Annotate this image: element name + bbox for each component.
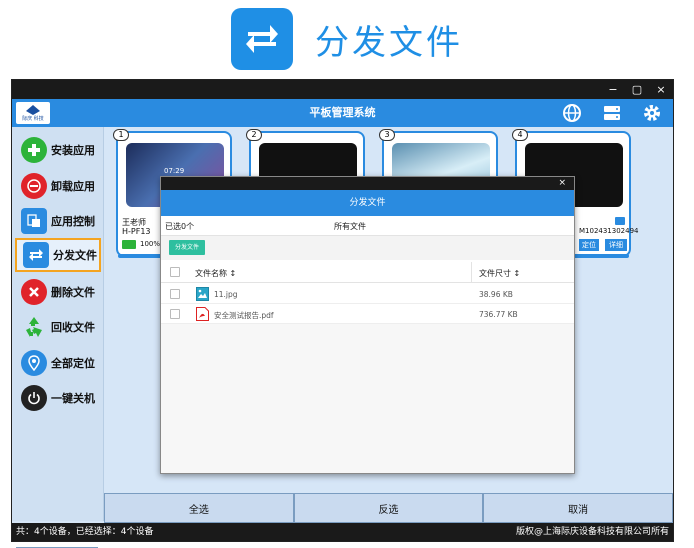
file-size: 38.96 KB <box>479 290 513 299</box>
company-logo: 际庆 科技 <box>16 102 50 124</box>
all-files-label: 所有文件 <box>334 222 366 231</box>
pdf-file-icon <box>196 307 209 321</box>
close-window-button[interactable]: × <box>649 80 673 99</box>
maximize-button[interactable]: ▢ <box>625 80 649 99</box>
dialog-titlebar: × <box>161 177 574 190</box>
device-count-status: 共：4个设备，已经选择：4个设备 <box>16 527 154 537</box>
sidebar-item-label: 安装应用 <box>51 144 95 157</box>
action-bar: 全选 反选 取消 <box>104 493 674 523</box>
detail-button[interactable]: 详细 <box>605 239 627 251</box>
file-table-header: 文件名称 ↕ 文件尺寸 ↕ <box>161 262 574 283</box>
device-number: 3 <box>379 129 395 141</box>
device-model: M102431302494 <box>579 227 639 235</box>
banner-title: 分发文件 <box>315 22 463 63</box>
sidebar-item-recycle-file[interactable]: 回收文件 <box>15 310 101 344</box>
page-banner: 分发文件 <box>0 0 694 78</box>
file-name: 11.jpg <box>214 290 238 299</box>
logo-text: 际庆 科技 <box>22 115 44 122</box>
battery-icon <box>122 240 136 249</box>
select-all-button[interactable]: 全选 <box>104 493 294 523</box>
column-header-size[interactable]: 文件尺寸 ↕ <box>479 268 520 279</box>
gear-icon[interactable] <box>642 103 662 123</box>
table-row[interactable]: 11.jpg 38.96 KB <box>161 284 574 304</box>
dialog-close-button[interactable]: × <box>558 177 566 190</box>
sidebar: 安装应用 卸载应用 应用控制 分发文件 删除文件 回收文件 全部定位 一键关机 <box>12 127 104 548</box>
minimize-button[interactable]: − <box>601 80 625 99</box>
locate-button[interactable]: 定位 <box>579 239 599 251</box>
sidebar-item-distribute-file[interactable]: 分发文件 <box>15 238 101 272</box>
recycle-icon <box>21 314 47 340</box>
power-icon <box>21 385 47 411</box>
sidebar-item-label: 全部定位 <box>51 357 95 370</box>
column-header-name[interactable]: 文件名称 ↕ <box>195 268 236 279</box>
distribute-file-dialog: × 分发文件 已选0个 所有文件 分发文件 文件名称 ↕ 文件尺寸 ↕ 11.j… <box>160 176 575 474</box>
device-number: 4 <box>512 129 528 141</box>
sidebar-item-label: 应用控制 <box>51 215 95 228</box>
device-model: H-PF13 <box>122 227 151 236</box>
invert-selection-button[interactable]: 反选 <box>293 493 484 523</box>
x-circle-icon <box>21 279 47 305</box>
sidebar-item-install-app[interactable]: 安装应用 <box>15 133 101 167</box>
swap-arrows-icon <box>231 8 293 70</box>
device-status-icon <box>615 217 625 225</box>
swap-arrows-icon <box>23 242 49 268</box>
device-number: 1 <box>113 129 129 141</box>
file-list-empty-area <box>161 324 574 473</box>
minus-circle-icon <box>21 173 47 199</box>
file-name: 安全测试报告.pdf <box>214 311 274 320</box>
device-number: 2 <box>246 129 262 141</box>
column-divider <box>471 262 472 283</box>
selected-count: 已选0个 <box>165 222 195 231</box>
screen-time: 07:29 <box>164 167 185 175</box>
cancel-button[interactable]: 取消 <box>483 493 674 523</box>
sidebar-item-label: 删除文件 <box>51 286 95 299</box>
sidebar-item-delete-file[interactable]: 删除文件 <box>15 275 101 309</box>
sidebar-item-uninstall-app[interactable]: 卸载应用 <box>15 169 101 203</box>
battery-level: 100% <box>140 240 161 248</box>
dialog-info-row: 已选0个 所有文件 <box>161 216 574 236</box>
server-icon[interactable] <box>602 103 622 123</box>
sidebar-item-app-control[interactable]: 应用控制 <box>15 204 101 238</box>
sidebar-item-label: 分发文件 <box>53 249 97 262</box>
copyright-text: 版权@上海际庆设备科技有限公司所有 <box>515 527 669 537</box>
image-file-icon <box>196 287 209 301</box>
row-checkbox[interactable] <box>170 289 180 299</box>
sidebar-item-shutdown[interactable]: 一键关机 <box>15 381 101 415</box>
sidebar-item-label: 卸载应用 <box>51 180 95 193</box>
table-row[interactable]: 安全测试报告.pdf 736.77 KB <box>161 304 574 324</box>
window-titlebar: − ▢ × <box>12 80 673 99</box>
select-all-checkbox[interactable] <box>170 267 180 277</box>
dialog-toolbar: 分发文件 <box>161 236 574 260</box>
file-size: 736.77 KB <box>479 310 518 319</box>
location-pin-icon <box>21 350 47 376</box>
sidebar-item-label: 一键关机 <box>51 392 95 405</box>
status-bar: 共：4个设备，已经选择：4个设备 版权@上海际庆设备科技有限公司所有 <box>12 523 673 541</box>
sidebar-item-locate-all[interactable]: 全部定位 <box>15 346 101 380</box>
app-header: 际庆 科技 平板管理系统 <box>12 99 673 127</box>
app-control-icon <box>21 208 47 234</box>
sidebar-item-label: 回收文件 <box>51 321 95 334</box>
globe-icon[interactable] <box>562 103 582 123</box>
logo-mark-icon <box>26 104 40 115</box>
dialog-title: 分发文件 <box>161 190 574 216</box>
plus-circle-icon <box>21 137 47 163</box>
distribute-button[interactable]: 分发文件 <box>169 240 205 255</box>
row-checkbox[interactable] <box>170 309 180 319</box>
